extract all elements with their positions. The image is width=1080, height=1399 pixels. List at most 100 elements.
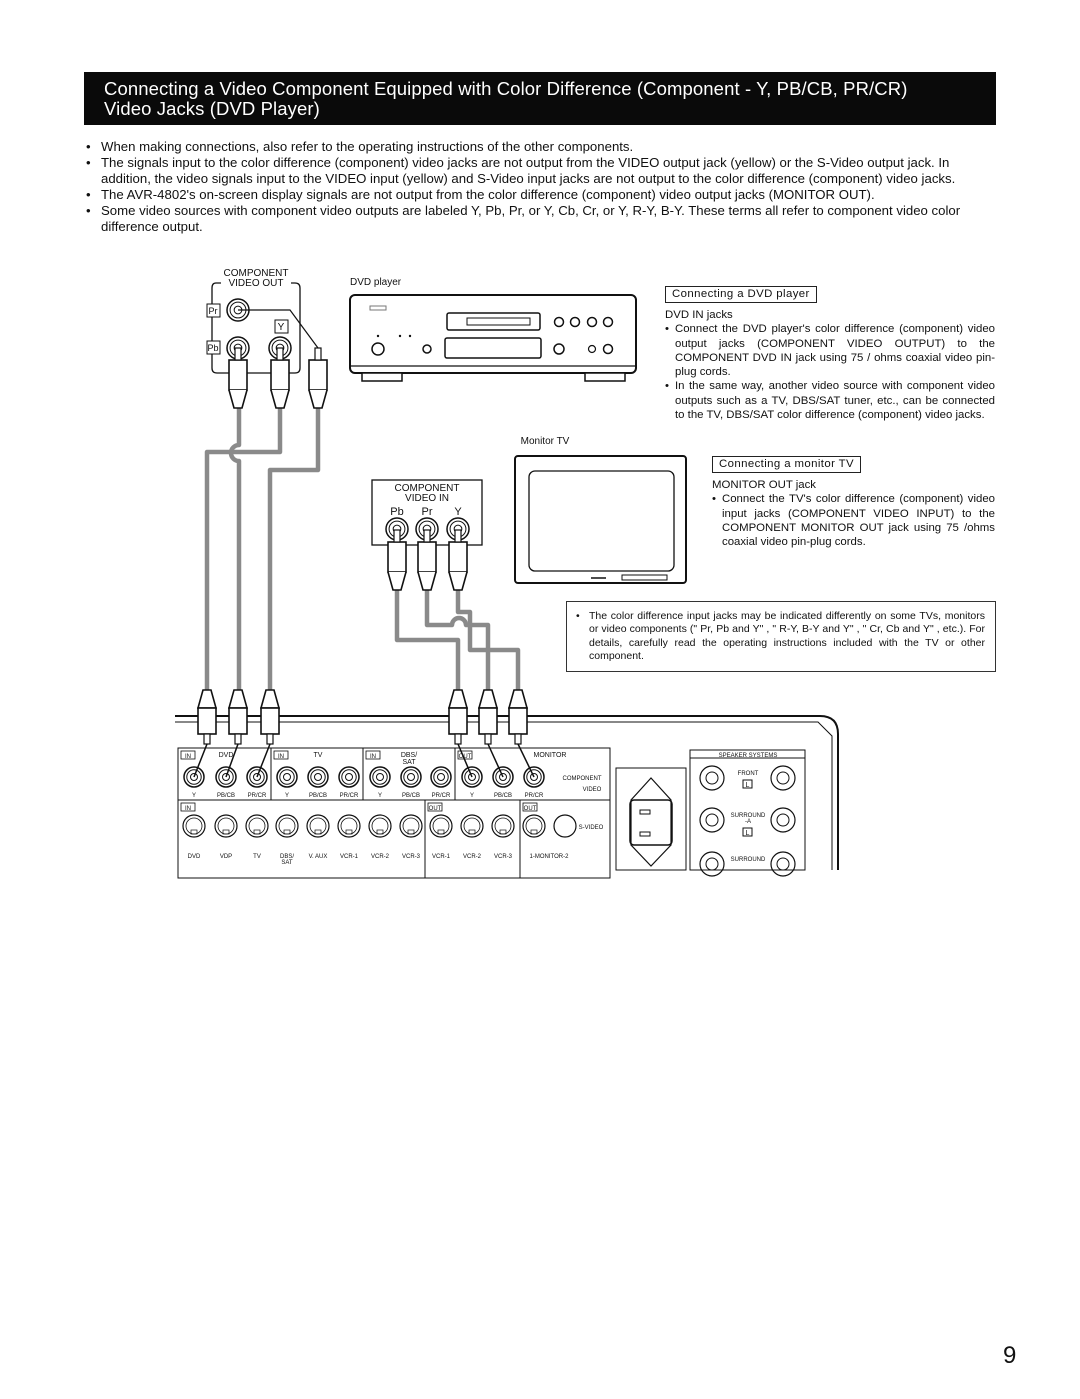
terminal-hole (776, 813, 790, 827)
plug-tip (423, 529, 431, 543)
dvd-out-label: VIDEO OUT (228, 278, 283, 289)
rca-plug (448, 541, 468, 573)
dvd-section: Connecting a DVD player DVD IN jacks Con… (665, 286, 995, 422)
pr-label: Pr (209, 306, 218, 316)
speaker-label: SURROUND (731, 857, 766, 863)
rca-plug (308, 359, 328, 391)
rca-plug (417, 541, 437, 573)
rca-plug (228, 707, 248, 735)
component-jack-label: Y (378, 793, 382, 799)
rca-plug (508, 707, 528, 735)
plug-boot (507, 689, 529, 709)
l-label: L (746, 830, 750, 837)
in-out-tag-label: OUT (429, 806, 442, 812)
connection-diagram: COMPONENT VIDEO OUT Pr Pb Y DVD player Monitor… (175, 268, 839, 879)
cable-pb (228, 405, 242, 695)
plug-boot (447, 689, 469, 709)
rca-plug (478, 707, 498, 735)
plug-boot (477, 689, 499, 709)
group-label-dbs-sat: DBS/ (401, 752, 417, 759)
component-jack-label: PR/CR (432, 793, 451, 799)
plug-tip (314, 347, 322, 361)
speaker-terminal (770, 765, 796, 791)
indicator-dot (398, 334, 402, 338)
group-label-dbs-sat: SAT (402, 759, 416, 766)
tv-jack-label: Y (454, 506, 462, 518)
terminal-hole (776, 771, 790, 785)
svideo-jack-label: V. AUX (309, 854, 328, 860)
terminal-hole (776, 857, 790, 871)
in-out-tag-label: IN (185, 754, 191, 760)
plug-boot (387, 571, 407, 591)
tv-item: Connect the TV's color difference (compo… (712, 492, 995, 549)
plug-boot (259, 689, 281, 709)
note-text: The color difference input jacks may be … (576, 610, 985, 664)
ac-pin (639, 809, 651, 815)
plug-boot (308, 389, 328, 409)
monitor-tv (514, 455, 687, 584)
plug-boot (448, 571, 468, 591)
dvd-player (349, 294, 637, 374)
speaker-panel (689, 749, 806, 871)
component-jack-label: PR/CR (525, 793, 544, 799)
rca-plug (387, 541, 407, 573)
dvd-player-label: DVD player (350, 277, 402, 288)
plug-tip (234, 347, 242, 361)
group-label-dvd: DVD (219, 752, 234, 759)
y-label: Y (278, 322, 285, 333)
tv-jack-label: Pr (422, 506, 433, 518)
plug-tip (266, 733, 274, 745)
dvd-foot (584, 372, 626, 382)
svideo-jack-label: VDP (220, 854, 232, 860)
group-label-monitor: MONITOR (534, 752, 567, 759)
plug-boot (270, 389, 290, 409)
dvd-item: In the same way, another video source wi… (665, 379, 995, 422)
plug-tip (234, 733, 242, 745)
page-number: 9 (1003, 1342, 1017, 1369)
tv-section: Connecting a monitor TV MONITOR OUT jack… (712, 456, 995, 549)
dvd-item: Connect the DVD player's color differenc… (665, 322, 995, 379)
pb-label: Pb (207, 343, 218, 353)
svideo-jack-label: VCR-3 (402, 854, 421, 860)
component-jack-label: PB/CB (402, 793, 420, 799)
cable-pr (267, 405, 321, 695)
monitor-tv-label: Monitor TV (521, 436, 570, 447)
ac-inlet-plate (630, 777, 672, 867)
terminal-hole (705, 857, 719, 871)
indicator-dot (408, 334, 412, 338)
manual-page: Connecting a Video Component Equipped wi… (0, 0, 1080, 1399)
plug-tip (484, 733, 492, 745)
svideo-label: S-VIDEO (579, 825, 604, 831)
plug-tip (276, 347, 284, 361)
component-video-label: VIDEO (583, 787, 602, 793)
component-jack-label: PR/CR (248, 793, 267, 799)
dvd-section-header: Connecting a DVD player (665, 286, 817, 303)
indicator-dot (376, 334, 380, 338)
speaker-terminal (699, 851, 725, 877)
speaker-terminal (770, 807, 796, 833)
plug-boot (417, 571, 437, 591)
dvd-foot (361, 372, 403, 382)
terminal-hole (705, 813, 719, 827)
l-label: L (746, 782, 750, 789)
svideo-jack-label: SAT (281, 860, 293, 866)
tv-section-header: Connecting a monitor TV (712, 456, 861, 473)
note-box: The color difference input jacks may be … (566, 601, 996, 672)
terminal-hole (705, 771, 719, 785)
plug-tip (454, 529, 462, 543)
component-jack-label: Y (470, 793, 474, 799)
svideo-jack-label: VCR-3 (494, 854, 513, 860)
in-out-tag-label: IN (370, 754, 376, 760)
svideo-jack-label: VCR-1 (340, 854, 359, 860)
ac-pin (639, 831, 651, 837)
speaker-label: -A (745, 819, 751, 825)
speaker-systems-label: SPEAKER SYSTEMS (719, 753, 778, 759)
component-video-label: COMPONENT (563, 776, 602, 782)
plug-boot (196, 689, 218, 709)
component-jack-label: PB/CB (494, 793, 512, 799)
in-out-tag-label: OUT (524, 806, 537, 812)
component-jack-label: Y (192, 793, 196, 799)
component-jack-label: Y (285, 793, 289, 799)
in-out-tag-label: IN (185, 806, 191, 812)
speaker-label: FRONT (738, 771, 759, 777)
